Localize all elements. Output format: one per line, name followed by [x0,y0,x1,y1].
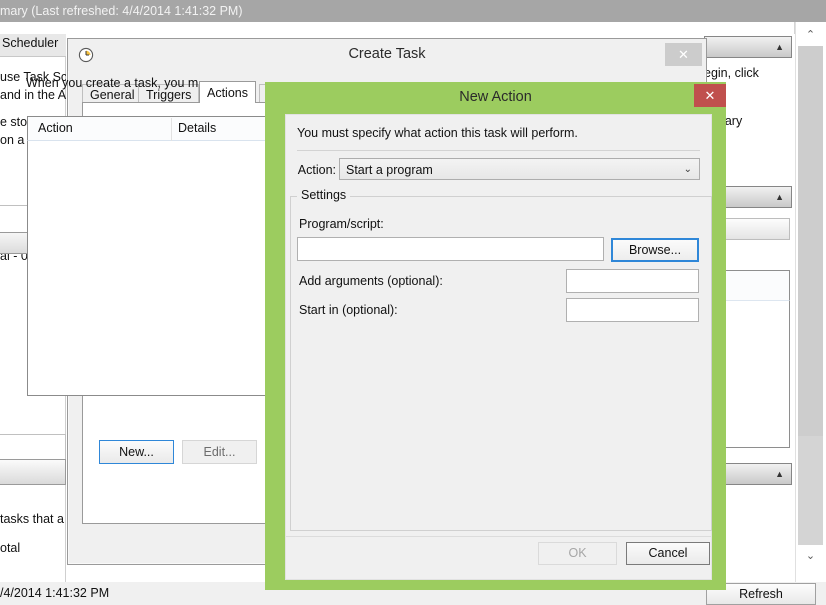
chevron-down-icon: ⌄ [684,162,692,178]
ok-button: OK [538,542,617,565]
add-arguments-input[interactable] [566,269,699,293]
program-script-label: Program/script: [299,217,384,231]
action-type-select[interactable]: Start a program ⌄ [339,158,700,180]
edit-action-button: Edit... [182,440,257,464]
console-status-timestamp: /4/2014 1:41:32 PM [0,586,150,600]
divider [297,150,700,151]
scrollbar-up-arrow-icon[interactable]: ⌃ [798,24,823,46]
console-listbox-sliver [0,434,66,460]
add-arguments-label: Add arguments (optional): [299,274,443,288]
scrollbar-thumb[interactable] [798,46,823,436]
collapse-chevron-icon: ▲ [775,43,784,52]
new-action-prompt: You must specify what action this task w… [297,126,697,140]
action-type-label: Action: [290,163,336,177]
new-action-title: New Action [265,89,726,105]
column-header-action[interactable]: Action [38,121,73,135]
tab-actions[interactable]: Actions [199,81,256,103]
new-action-button[interactable]: New... [99,440,174,464]
scrollbar-down-arrow-icon[interactable]: ⌄ [798,545,823,567]
tree-pane-tab-label: Scheduler [2,36,66,50]
console-text-fragment: and in the Ac [0,88,66,102]
action-type-value: Start a program [346,161,433,179]
console-text-fragment: tasks that a [0,512,66,526]
actions-pane-header[interactable]: ▲ [704,36,792,58]
close-icon[interactable]: ✕ [694,84,726,107]
start-in-label: Start in (optional): [299,303,398,317]
program-script-input[interactable] [297,237,604,261]
browse-button[interactable]: Browse... [611,238,699,262]
footer-divider [286,536,711,537]
console-panel-header-sliver[interactable] [0,459,66,485]
start-in-input[interactable] [566,298,699,322]
collapse-chevron-icon: ▲ [775,193,784,202]
scrollbar-thumb-lower[interactable] [798,436,823,545]
actions-pane-text: egin, click [704,66,795,80]
console-text-fragment: otal [0,541,66,555]
collapse-chevron-icon: ▲ [775,470,784,479]
column-divider[interactable] [171,118,172,141]
settings-group-label: Settings [297,188,350,202]
close-icon[interactable]: ✕ [665,43,702,66]
create-task-title: Create Task [68,46,706,62]
summary-header-title: mary (Last refreshed: 4/4/2014 1:41:32 P… [0,2,420,20]
cancel-button[interactable]: Cancel [626,542,710,565]
column-header-details[interactable]: Details [178,121,216,135]
